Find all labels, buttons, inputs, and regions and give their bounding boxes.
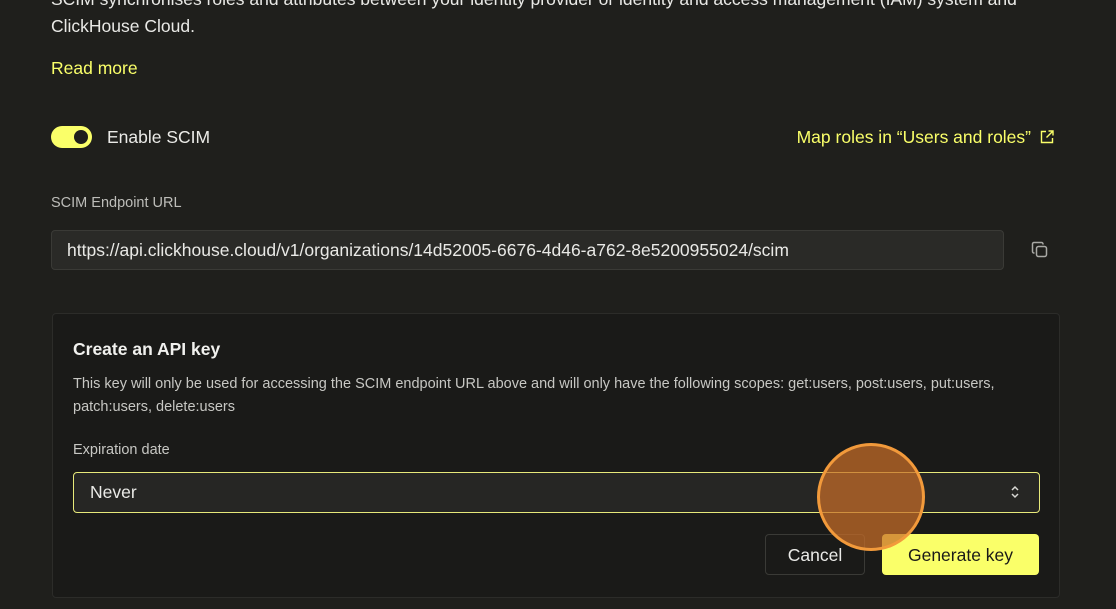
endpoint-url-field[interactable]: https://api.clickhouse.cloud/v1/organiza… bbox=[51, 230, 1004, 270]
map-roles-link[interactable]: Map roles in “Users and roles” bbox=[797, 126, 1055, 148]
api-key-title: Create an API key bbox=[73, 339, 221, 359]
copy-icon bbox=[1031, 241, 1048, 258]
cancel-button[interactable]: Cancel bbox=[765, 534, 865, 575]
external-link-icon bbox=[1040, 130, 1054, 144]
toggle-knob bbox=[74, 130, 88, 144]
enable-scim-toggle[interactable] bbox=[51, 126, 92, 148]
generate-key-button[interactable]: Generate key bbox=[882, 534, 1039, 575]
expiration-date-label: Expiration date bbox=[73, 442, 170, 458]
endpoint-url-label: SCIM Endpoint URL bbox=[51, 195, 182, 211]
expiration-date-select[interactable]: Never bbox=[73, 472, 1040, 513]
map-roles-label: Map roles in “Users and roles” bbox=[796, 127, 1031, 147]
chevron-up-down-icon bbox=[1011, 485, 1019, 499]
enable-scim-label: Enable SCIM bbox=[107, 127, 211, 147]
copy-button[interactable] bbox=[1030, 240, 1050, 260]
api-key-description: This key will only be used for accessing… bbox=[73, 376, 995, 415]
expiration-date-value: Never bbox=[90, 482, 137, 502]
read-more-link[interactable]: Read more bbox=[51, 58, 138, 79]
scim-description: SCIM synchronises roles and attributes b… bbox=[51, 0, 1017, 36]
create-api-key-panel: Create an API key This key will only be … bbox=[52, 313, 1060, 598]
scim-settings-page: SCIM synchronises roles and attributes b… bbox=[0, 0, 1116, 609]
